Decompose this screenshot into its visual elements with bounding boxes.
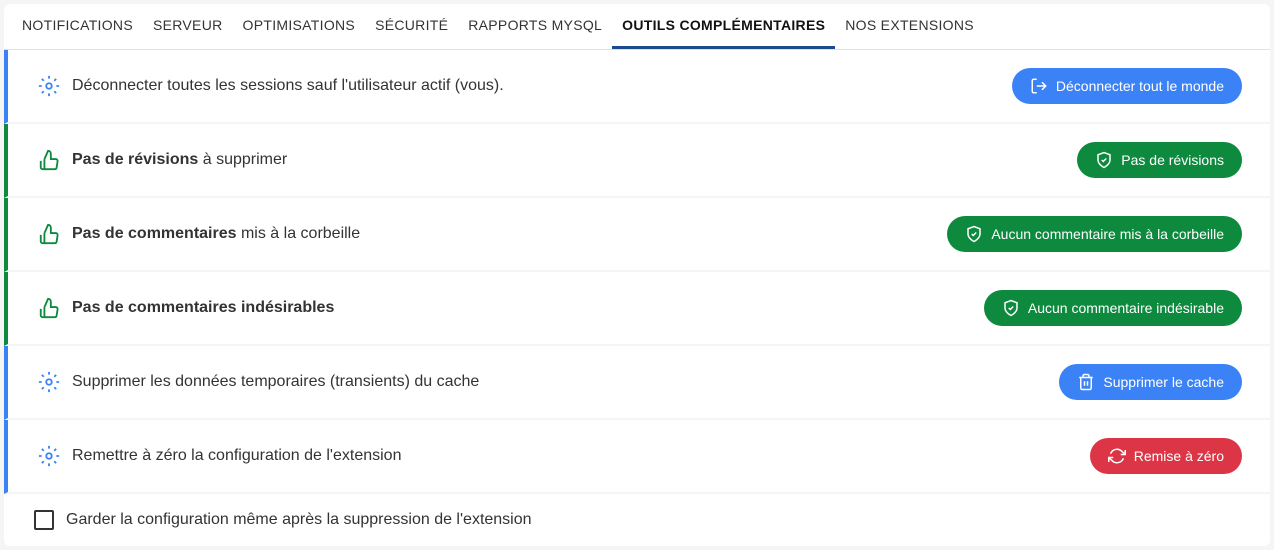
footer-row: Garder la configuration même après la su… xyxy=(4,494,1270,546)
row-transients: Supprimer les données temporaires (trans… xyxy=(4,346,1270,420)
tool-rows: Déconnecter toutes les sessions sauf l'u… xyxy=(4,50,1270,494)
tab-securite[interactable]: Sécurité xyxy=(365,4,458,49)
thumbs-up-icon xyxy=(38,297,60,319)
row-comments-spam: Pas de commentaires indésirables Aucun c… xyxy=(4,272,1270,346)
tab-serveur[interactable]: Serveur xyxy=(143,4,233,49)
tab-optimisations[interactable]: Optimisations xyxy=(233,4,366,49)
gear-icon xyxy=(38,371,60,393)
shield-check-icon xyxy=(1095,151,1113,169)
row-revisions: Pas de révisions à supprimer Pas de révi… xyxy=(4,124,1270,198)
no-comments-spam-label: Aucun commentaire indésirable xyxy=(1028,300,1224,316)
no-comments-trash-button[interactable]: Aucun commentaire mis à la corbeille xyxy=(947,216,1242,252)
refresh-icon xyxy=(1108,447,1126,465)
no-comments-trash-label: Aucun commentaire mis à la corbeille xyxy=(991,226,1224,242)
row-comments-trash: Pas de commentaires mis à la corbeille A… xyxy=(4,198,1270,272)
no-comments-spam-button[interactable]: Aucun commentaire indésirable xyxy=(984,290,1242,326)
revisions-text: Pas de révisions à supprimer xyxy=(72,151,287,169)
disconnect-text: Déconnecter toutes les sessions sauf l'u… xyxy=(72,77,504,95)
delete-cache-label: Supprimer le cache xyxy=(1103,374,1224,390)
no-revisions-button[interactable]: Pas de révisions xyxy=(1077,142,1242,178)
tab-extensions[interactable]: Nos extensions xyxy=(835,4,984,49)
transients-text: Supprimer les données temporaires (trans… xyxy=(72,373,479,391)
disconnect-button-label: Déconnecter tout le monde xyxy=(1056,78,1224,94)
comments-trash-text: Pas de commentaires mis à la corbeille xyxy=(72,225,360,243)
thumbs-up-icon xyxy=(38,223,60,245)
reset-button[interactable]: Remise à zéro xyxy=(1090,438,1242,474)
delete-cache-button[interactable]: Supprimer le cache xyxy=(1059,364,1242,400)
row-disconnect: Déconnecter toutes les sessions sauf l'u… xyxy=(4,50,1270,124)
gear-icon xyxy=(38,445,60,467)
keep-config-label: Garder la configuration même après la su… xyxy=(66,511,532,529)
gear-icon xyxy=(38,75,60,97)
thumbs-up-icon xyxy=(38,149,60,171)
keep-config-checkbox[interactable] xyxy=(34,510,54,530)
row-reset: Remettre à zéro la configuration de l'ex… xyxy=(4,420,1270,494)
comments-spam-text: Pas de commentaires indésirables xyxy=(72,299,334,317)
tab-outils[interactable]: Outils complémentaires xyxy=(612,4,835,49)
shield-check-icon xyxy=(1002,299,1020,317)
reset-text: Remettre à zéro la configuration de l'ex… xyxy=(72,447,401,465)
logout-icon xyxy=(1030,77,1048,95)
no-revisions-label: Pas de révisions xyxy=(1121,152,1224,168)
tab-rapports[interactable]: Rapports MySQL xyxy=(458,4,612,49)
reset-button-label: Remise à zéro xyxy=(1134,448,1224,464)
tab-bar: Notifications Serveur Optimisations Sécu… xyxy=(4,4,1270,50)
trash-icon xyxy=(1077,373,1095,391)
disconnect-all-button[interactable]: Déconnecter tout le monde xyxy=(1012,68,1242,104)
tab-notifications[interactable]: Notifications xyxy=(12,4,143,49)
settings-panel: Notifications Serveur Optimisations Sécu… xyxy=(4,4,1270,546)
shield-check-icon xyxy=(965,225,983,243)
